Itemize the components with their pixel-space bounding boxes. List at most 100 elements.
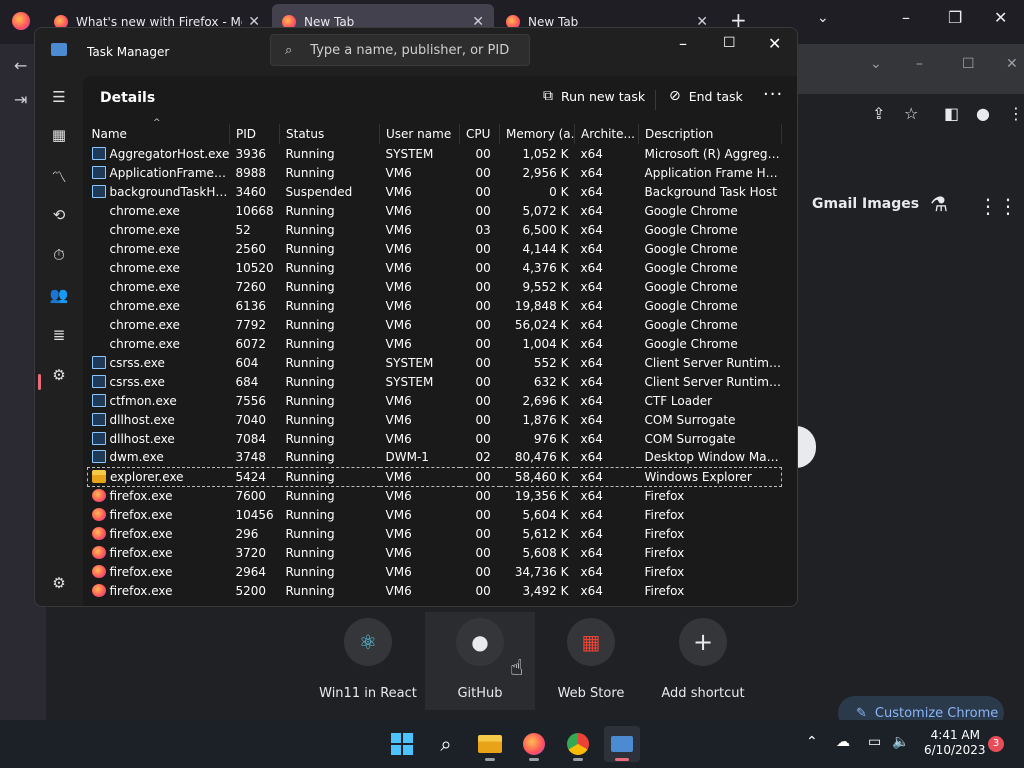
table-row[interactable]: firefox.exe 2964 Running VM6 00 34,736 K x64 Fi… [88,562,782,581]
column-header-description[interactable]: Description [638,124,782,144]
cell-pid: 3460 [235,184,267,199]
onedrive-cloud-icon[interactable]: ☁ [836,734,850,750]
table-row[interactable]: chrome.exe 7260 Running VM6 00 9,552 K x64 Goog… [88,277,782,296]
table-row[interactable]: firefox.exe 10456 Running VM6 00 5,604 K x64 Fi… [88,505,782,524]
column-header-architecture[interactable]: Archite... [574,124,639,144]
cell-architecture: x64 [580,545,603,560]
share-icon[interactable]: ⇪ [872,104,885,123]
services-icon[interactable]: ⚙ [49,366,69,386]
cell-cpu: 00 [475,374,491,389]
table-row[interactable]: firefox.exe 7600 Running VM6 00 19,356 K x64 Fi… [88,486,782,505]
more-options-button[interactable]: ··· [763,84,783,105]
windows-logo-icon [391,733,413,755]
chrome-menu-icon[interactable]: ⋮ [1008,104,1024,123]
bookmark-star-icon[interactable]: ☆ [904,104,918,123]
gmail-link[interactable]: Gmail [812,196,857,212]
sign-in-icon[interactable]: ⇥ [14,90,27,109]
firefox-taskbar-button[interactable] [516,726,552,762]
firefox-minimize-button[interactable]: – [902,8,910,27]
table-row[interactable]: chrome.exe 6072 Running VM6 00 1,004 K x64 Goog… [88,334,782,353]
table-row[interactable]: chrome.exe 2560 Running VM6 00 4,144 K x64 Goog… [88,239,782,258]
table-row[interactable]: dwm.exe 3748 Running DWM-1 02 80,476 K x64 Desk… [88,448,782,467]
column-header-user-name[interactable]: User name [379,124,460,144]
column-header-cpu[interactable]: CPU [459,124,500,144]
task-manager-taskbar-button[interactable] [604,726,640,762]
table-row[interactable]: chrome.exe 52 Running VM6 03 6,500 K x64 Google… [88,220,782,239]
table-row[interactable]: chrome.exe 10520 Running VM6 00 4,376 K x64 Goo… [88,258,782,277]
processes-icon[interactable]: ▦ [49,126,69,146]
minimize-button[interactable]: – [679,34,687,53]
chrome-tab-search-icon[interactable]: ⌄ [870,56,882,72]
search-taskbar-button[interactable]: ⌕ [428,726,464,762]
google-apps-icon[interactable]: ⋮⋮ [978,194,1018,218]
shortcut-add[interactable]: + Add shortcut [653,612,753,710]
column-header-memory[interactable]: Memory (a... [499,124,575,144]
cell-memory: 6,500 K [522,222,569,237]
cell-name: firefox.exe [88,562,230,581]
close-button[interactable]: ✕ [768,34,781,53]
notification-badge[interactable]: 3 [988,736,1004,752]
app-history-icon[interactable]: ⟲ [49,206,69,226]
clock[interactable]: 4:41 AM 6/10/2023 [924,728,986,758]
table-row[interactable]: AggregatorHost.exe 3936 Running SYSTEM 00 1,0… [88,144,782,163]
back-arrow-icon[interactable]: ← [14,56,27,75]
column-header-name[interactable]: Name [87,124,230,144]
cell-status: Running [285,545,335,560]
chrome-close-button[interactable]: ✕ [1006,56,1018,72]
shortcut-win11-in-react[interactable]: ⚛ Win11 in React [318,612,418,710]
users-icon[interactable]: 👥 [49,286,69,306]
cell-architecture: x64 [580,412,603,427]
list-all-tabs-button[interactable]: ⌄ [817,10,829,26]
side-panel-icon[interactable]: ◧ [944,104,959,123]
chrome-taskbar-button[interactable] [560,726,596,762]
run-new-task-button[interactable]: ⧉ Run new task [543,88,645,104]
task-manager-title-bar[interactable]: Task Manager ⌕ – ☐ ✕ [35,28,797,76]
chrome-maximize-button[interactable]: ☐ [962,56,975,72]
table-row[interactable]: dllhost.exe 7084 Running VM6 00 976 K x64 COM S… [88,429,782,448]
cell-user: DWM-1 [385,450,429,465]
startup-apps-icon[interactable]: ⏱ [49,246,69,266]
column-header-status[interactable]: Status [279,124,380,144]
chrome-minimize-button[interactable]: – [916,56,923,72]
table-row[interactable]: firefox.exe 3720 Running VM6 00 5,608 K x64 Fir… [88,543,782,562]
task-manager-search[interactable]: ⌕ [270,34,530,66]
table-row[interactable]: ctfmon.exe 7556 Running VM6 00 2,696 K x64 CTF … [88,391,782,410]
shortcut-web-store[interactable]: ▦ Web Store [541,612,641,710]
cell-status: Running [285,260,335,275]
table-row[interactable]: csrss.exe 604 Running SYSTEM 00 552 K x64 Clien… [88,353,782,372]
firefox-maximize-button[interactable]: ❐ [948,8,962,27]
maximize-button[interactable]: ☐ [723,35,736,51]
cell-description: Microsoft (R) Aggrega... [644,146,782,161]
end-task-button[interactable]: ⊘ End task [669,88,743,104]
table-row[interactable]: backgroundTaskHos... 3460 Suspended VM6 00 0 … [88,182,782,201]
process-name: chrome.exe [109,241,180,256]
cell-name: chrome.exe [88,334,230,353]
search-icon: ⌕ [440,732,452,756]
table-row[interactable]: dllhost.exe 7040 Running VM6 00 1,876 K x64 COM… [88,410,782,429]
details-icon[interactable]: ≣ [49,326,69,346]
network-icon[interactable]: ▭ [868,734,881,750]
cell-architecture: x64 [580,488,603,503]
column-header-pid[interactable]: PID [229,124,280,144]
performance-icon[interactable]: 〽 [49,166,69,186]
table-row[interactable]: chrome.exe 7792 Running VM6 00 56,024 K x64 Goo… [88,315,782,334]
table-row[interactable]: csrss.exe 684 Running SYSTEM 00 632 K x64 Clien… [88,372,782,391]
hamburger-menu-icon[interactable]: ☰ [49,88,69,108]
file-explorer-taskbar-button[interactable] [472,726,508,762]
firefox-close-button[interactable]: ✕ [994,8,1007,27]
show-hidden-icons-chevron-icon[interactable]: ⌃ [806,734,818,750]
table-row[interactable]: ApplicationFrameHo... 8988 Running VM6 00 2,9… [88,163,782,182]
table-row[interactable]: chrome.exe 6136 Running VM6 00 19,848 K x64 Goo… [88,296,782,315]
search-input[interactable] [310,42,511,58]
table-row[interactable]: chrome.exe 10668 Running VM6 00 5,072 K x64 Goo… [88,201,782,220]
table-row[interactable]: firefox.exe 296 Running VM6 00 5,612 K x64 Fire… [88,524,782,543]
profile-icon[interactable]: ● [976,104,990,123]
volume-icon[interactable]: 🔈 [892,734,909,750]
table-row[interactable]: firefox.exe 5200 Running VM6 00 3,492 K x64 Fir… [88,581,782,600]
settings-gear-icon[interactable]: ⚙ [49,574,69,594]
table-row[interactable]: explorer.exe 5424 Running VM6 00 58,460 Kx64 W… [87,466,782,487]
images-link[interactable]: Images [862,196,919,212]
start-button[interactable] [384,726,420,762]
labs-flask-icon[interactable]: ⚗ [930,192,948,216]
cell-status: Running [285,450,335,465]
